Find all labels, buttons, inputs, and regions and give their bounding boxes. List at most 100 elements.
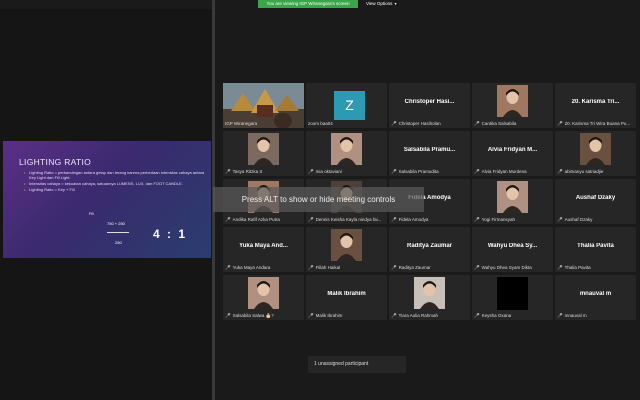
participant-tile[interactable]: mnauval m 🎤 mnauval m xyxy=(555,275,636,320)
profile-photo xyxy=(248,277,279,309)
avatar-initial: Z xyxy=(334,91,365,120)
participant-name-label: 🎤 Andika Rafif Azka Putra xyxy=(225,217,302,223)
muted-mic-icon: 🎤 xyxy=(308,265,314,270)
participant-display-name: Wahyu Dhea Sy... xyxy=(487,243,538,249)
participant-tile[interactable]: Malik Ibrahim 🎤 Malik Ibrahim xyxy=(306,275,387,320)
participant-tile[interactable]: Wahyu Dhea Sy... 🎤 Wahyu Dhea Syam Dikta xyxy=(472,227,553,272)
participant-name-label: 🎤 Dennis Keisha Kayla nindya fai... xyxy=(308,217,385,223)
muted-mic-icon: 🎤 xyxy=(391,217,397,222)
participant-tile[interactable]: 🎤 Tiara Aulia Rahmah xyxy=(389,275,470,320)
participant-tile[interactable]: 🎤 Cantika Salsabila xyxy=(472,83,553,128)
participant-tile[interactable]: 20. Karisma Tri... 🎤 20. Karisma Tri Wira … xyxy=(555,83,636,128)
participant-name: mia oktaviani xyxy=(315,169,342,174)
participant-tile[interactable]: IGP Wiranegara xyxy=(223,83,304,128)
participant-name-label: 🎤 Keysha Oxana xyxy=(474,313,551,319)
slide-bullet: Lighting Ratio = Key + Fill xyxy=(24,187,209,192)
participant-name-label: 🎤 20. Karisma Tri Wira Buana Pu... xyxy=(557,121,634,127)
participant-name-label: 🎤 Salsabila Pramudita xyxy=(391,169,468,175)
muted-mic-icon: 🎤 xyxy=(557,217,563,222)
participant-display-name: Yuka Maya And... xyxy=(239,243,288,249)
participant-name: Wahyu Dhea Syam Dikta xyxy=(481,265,532,270)
participant-name: 20. Karisma Tri Wira Buana Pu... xyxy=(564,121,631,126)
muted-mic-icon: 🎤 xyxy=(225,169,231,174)
ratio-value: 4 : 1 xyxy=(153,227,188,241)
participant-tile[interactable]: Alvia Fridyan M... 🎤 Alvia Fridyan Murdena xyxy=(472,131,553,176)
slide-title: LIGHTING RATIO xyxy=(19,157,92,167)
participant-name: Cantika Salsabila xyxy=(481,121,517,126)
participant-name: Yogi Firmansyah xyxy=(481,217,515,222)
participant-name-label: 🎤 Tiara Aulia Rahmah xyxy=(391,313,468,319)
muted-mic-icon: 🎤 xyxy=(474,121,480,126)
muted-mic-icon: 🎤 xyxy=(308,217,314,222)
participant-name: Salsabila Pramudita xyxy=(398,169,439,174)
muted-mic-icon: 🎤 xyxy=(474,217,480,222)
participant-name: Thalia Pavita xyxy=(564,265,591,270)
participant-tile[interactable]: Aushaf Dzaky 🎤 Aushaf Dzaky xyxy=(555,179,636,224)
participant-display-name: Malik Ibrahim xyxy=(327,291,366,297)
participant-name: Malik Ibrahim xyxy=(315,313,343,318)
participant-name: Fillah Haikal xyxy=(315,265,341,270)
participant-tile[interactable]: 🎤 Yogi Firmansyah xyxy=(472,179,553,224)
fraction-numerator: 750 + 250 xyxy=(107,221,125,226)
participant-name-label: 🎤 Thalia Pavita xyxy=(557,265,634,271)
participant-name-label: 🎤 Christoper Hasiholan xyxy=(391,121,468,127)
participant-name-label: 🎤 Fidela Amodya xyxy=(391,217,468,223)
viewing-screen-banner: You are viewing IGP Wiranegara's screen xyxy=(258,0,358,8)
participant-name: zoom baa04 xyxy=(308,121,333,126)
participant-name-label: 🎤 Cantika Salsabila xyxy=(474,121,551,127)
unassigned-participant-badge[interactable]: 1 unassigned participant xyxy=(308,356,406,373)
muted-mic-icon: 🎤 xyxy=(391,265,397,270)
muted-mic-icon: 🎤 xyxy=(391,121,397,126)
participant-name-label: 🎤 Salsabila Salwa 🎂? xyxy=(225,313,302,319)
profile-photo xyxy=(497,85,528,117)
participant-display-name: Aushaf Dzaky xyxy=(575,195,616,201)
profile-photo xyxy=(497,181,528,213)
participant-name-label: 🎤 Malik Ibrahim xyxy=(308,313,385,319)
participant-name: Keysha Oxana xyxy=(481,313,512,318)
participant-tile[interactable]: 🎤 Fillah Haikal xyxy=(306,227,387,272)
view-options-button[interactable]: View Options ▾ xyxy=(366,0,396,8)
fill-label: Fill xyxy=(89,212,94,216)
participant-name-label: 🎤 Raditya Zaumar xyxy=(391,265,468,271)
participant-tile[interactable]: Thalia Pavita 🎤 Thalia Pavita xyxy=(555,227,636,272)
muted-mic-icon: 🎤 xyxy=(474,265,480,270)
participant-name: mnauval m xyxy=(564,313,587,318)
chevron-down-icon: ▾ xyxy=(394,1,397,6)
participant-name-label: 🎤 Tasya Ritzka S xyxy=(225,169,302,175)
participant-tile[interactable]: 🎤 abimanyu satriadjie xyxy=(555,131,636,176)
profile-photo xyxy=(331,229,362,261)
muted-mic-icon: 🎤 xyxy=(557,169,563,174)
participant-display-name: Christoper Hasi... xyxy=(404,99,455,105)
participant-name-label: 🎤 abimanyu satriadjie xyxy=(557,169,634,175)
slide-bullet: Intensitas cahaya = kekuatan cahaya, sat… xyxy=(24,181,209,186)
slide-bullets: Lighting Ratio = perbandingan antara gel… xyxy=(24,170,209,193)
view-options-label: View Options xyxy=(366,1,393,6)
participant-tile[interactable]: Yuka Maya And... 🎤 Yuka Maya Andara xyxy=(223,227,304,272)
participant-name-label: 🎤 Fillah Haikal xyxy=(308,265,385,271)
participant-name-label: 🎤 Wahyu Dhea Syam Dikta xyxy=(474,265,551,271)
profile-photo xyxy=(580,133,611,165)
participant-name-label: 🎤 Aushaf Dzaky xyxy=(557,217,634,223)
shared-slide: LIGHTING RATIO Lighting Ratio = perbandi… xyxy=(3,141,211,258)
muted-mic-icon: 🎤 xyxy=(474,313,480,318)
participant-name: Tasya Ritzka S xyxy=(232,169,263,174)
participant-tile[interactable]: Christoper Hasi... 🎤 Christoper Hasiholan xyxy=(389,83,470,128)
participant-tile[interactable]: 🎤 Keysha Oxana xyxy=(472,275,553,320)
muted-mic-icon: 🎤 xyxy=(391,313,397,318)
participant-tile[interactable]: 🎤 Tasya Ritzka S xyxy=(223,131,304,176)
participant-name-label: zoom baa04 xyxy=(308,121,385,127)
participant-tile[interactable]: 🎤 mia oktaviani xyxy=(306,131,387,176)
participant-name-label: 🎤 Yuka Maya Andara xyxy=(225,265,302,271)
participant-name-label: 🎤 Yogi Firmansyah xyxy=(474,217,551,223)
profile-photo xyxy=(497,277,528,310)
participant-name: Aushaf Dzaky xyxy=(564,217,593,222)
participant-tile[interactable]: 🎤 Salsabila Salwa 🎂? xyxy=(223,275,304,320)
participant-name: Christoper Hasiholan xyxy=(398,121,441,126)
meeting-controls-hint: Press ALT to show or hide meeting contro… xyxy=(213,187,424,212)
participant-tile[interactable]: Raditya Zaumar 🎤 Raditya Zaumar xyxy=(389,227,470,272)
participant-tile[interactable]: Salsabila Pramu... 🎤 Salsabila Pramudita xyxy=(389,131,470,176)
participant-tile[interactable]: Zzoom baa04 xyxy=(306,83,387,128)
participant-display-name: Thalia Pavita xyxy=(577,243,614,249)
muted-mic-icon: 🎤 xyxy=(557,313,563,318)
participant-name-label: 🎤 mnauval m xyxy=(557,313,634,319)
